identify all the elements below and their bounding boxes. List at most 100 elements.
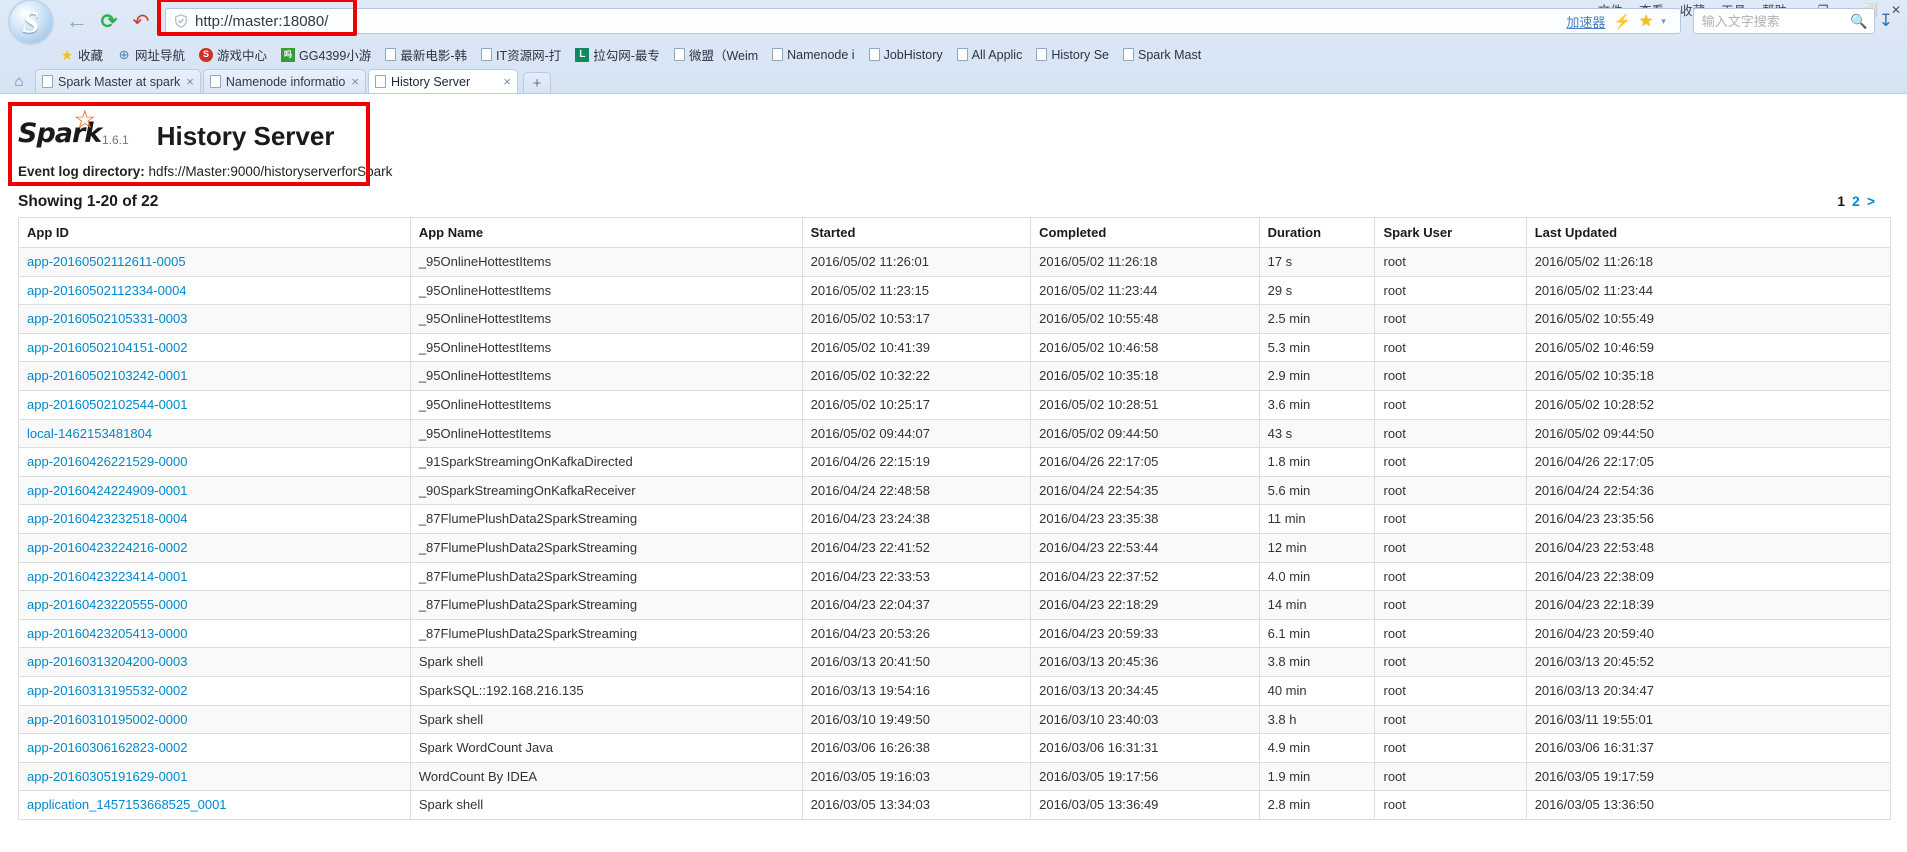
page-next-link[interactable]: >: [1867, 193, 1875, 209]
tab-close-icon[interactable]: ×: [186, 74, 194, 89]
page-2-link[interactable]: 2: [1852, 193, 1860, 209]
tab-close-icon[interactable]: ×: [503, 74, 511, 89]
app-id-link[interactable]: app-20160502112334-0004: [27, 283, 187, 298]
column-header-started[interactable]: Started: [801, 217, 1032, 248]
tab-close-icon[interactable]: ×: [351, 74, 359, 89]
cell-app-id[interactable]: app-20160502105331-0003: [18, 304, 411, 334]
app-id-link[interactable]: app-20160502103242-0001: [27, 368, 188, 383]
app-id-link[interactable]: app-20160423205413-0000: [27, 626, 188, 641]
bookmark-item[interactable]: Namenode i: [772, 48, 855, 62]
bookmark-item[interactable]: 吗 GG4399小游: [281, 45, 371, 64]
app-id-link[interactable]: app-20160313195532-0002: [27, 683, 188, 698]
page-icon: [868, 48, 880, 61]
table-row: app-20160423224216-0002 _87FlumePlushData…: [18, 532, 1892, 563]
reload-icon[interactable]: ⟳: [96, 8, 122, 34]
bookmark-item[interactable]: History Se: [1036, 48, 1109, 62]
column-header-duration[interactable]: Duration: [1258, 217, 1376, 248]
address-bar[interactable]: http://master:18080/ 加速器 ⚡ ★ ▾: [165, 8, 1681, 34]
column-header-completed[interactable]: Completed: [1030, 217, 1260, 248]
bolt-icon[interactable]: ⚡: [1613, 13, 1630, 30]
app-id-link[interactable]: local-1462153481804: [27, 426, 152, 441]
app-id-link[interactable]: app-20160423232518-0004: [27, 511, 188, 526]
app-id-link[interactable]: app-20160313204200-0003: [27, 654, 188, 669]
gg4399-icon: 吗: [281, 47, 296, 62]
cell-app-id[interactable]: app-20160423232518-0004: [18, 504, 411, 534]
app-id-link[interactable]: application_1457153668525_0001: [27, 797, 227, 812]
bookmark-item[interactable]: 微盟（Weim: [673, 45, 758, 64]
page-icon: [956, 48, 968, 61]
cell-started: 2016/03/05 19:16:03: [801, 761, 1032, 792]
browser-tab[interactable]: Namenode informatio ×: [202, 69, 366, 93]
column-header-app-id[interactable]: App ID: [18, 217, 411, 248]
bookmark-item[interactable]: ⊕ 网址导航: [117, 45, 185, 64]
cell-app-id[interactable]: app-20160305191629-0001: [18, 761, 411, 792]
bookmark-item[interactable]: 最新电影-韩: [385, 45, 467, 64]
chevron-down-icon[interactable]: ▾: [1661, 16, 1666, 27]
app-id-link[interactable]: app-20160423223414-0001: [27, 569, 188, 584]
cell-last-updated: 2016/05/02 10:35:18: [1525, 361, 1892, 391]
cell-app-id[interactable]: app-20160502102544-0001: [18, 389, 411, 420]
back-icon[interactable]: ←: [64, 8, 90, 34]
app-id-link[interactable]: app-20160305191629-0001: [27, 769, 188, 784]
bookmark-item[interactable]: ★ 收藏: [60, 45, 103, 64]
cell-app-id[interactable]: app-20160423220555-0000: [18, 590, 411, 620]
app-id-link[interactable]: app-20160310195002-0000: [27, 712, 188, 727]
cell-app-id[interactable]: app-20160313204200-0003: [18, 647, 411, 677]
app-id-link[interactable]: app-20160424224909-0001: [27, 483, 188, 498]
app-id-link[interactable]: app-20160426221529-0000: [27, 454, 188, 469]
column-header-app-name[interactable]: App Name: [409, 217, 803, 248]
table-row: app-20160502105331-0003 _95OnlineHottestI…: [18, 304, 1892, 334]
cell-app-id[interactable]: app-20160423205413-0000: [18, 618, 411, 649]
download-icon[interactable]: ↧: [1879, 11, 1893, 31]
app-id-link[interactable]: app-20160502104151-0002: [27, 340, 188, 355]
bookmark-item[interactable]: All Applic: [956, 48, 1022, 62]
pagination: 1 2 >: [1837, 193, 1889, 209]
home-tab-icon[interactable]: ⌂: [8, 70, 30, 92]
cell-completed: 2016/05/02 10:55:48: [1030, 304, 1260, 334]
app-id-link[interactable]: app-20160423224216-0002: [27, 540, 188, 555]
cell-app-id[interactable]: app-20160502112334-0004: [18, 275, 411, 306]
cell-app-id[interactable]: app-20160306162823-0002: [18, 733, 411, 763]
cell-completed: 2016/04/23 22:37:52: [1030, 561, 1260, 592]
accelerator-link[interactable]: 加速器: [1566, 12, 1605, 31]
app-id-link[interactable]: app-20160306162823-0002: [27, 740, 188, 755]
bookmark-item[interactable]: Spark Mast: [1123, 48, 1201, 62]
cell-started: 2016/03/13 20:41:50: [801, 647, 1032, 677]
table-row: app-20160502102544-0001 _95OnlineHottestI…: [18, 389, 1892, 420]
bookmark-item[interactable]: S 游戏中心: [199, 45, 267, 64]
bookmark-item[interactable]: JobHistory: [868, 48, 943, 62]
browser-tab[interactable]: History Server ×: [367, 69, 518, 93]
cell-app-id[interactable]: local-1462153481804: [18, 418, 411, 449]
cell-app-id[interactable]: app-20160502104151-0002: [18, 332, 411, 363]
browser-search-box[interactable]: 🔍: [1692, 8, 1875, 34]
search-icon[interactable]: 🔍: [1850, 13, 1867, 30]
cell-spark-user: root: [1374, 647, 1527, 677]
app-id-link[interactable]: app-20160502102544-0001: [27, 397, 188, 412]
cell-app-id[interactable]: app-20160423223414-0001: [18, 561, 411, 592]
column-header-last-updated[interactable]: Last Updated: [1525, 217, 1892, 248]
cell-app-id[interactable]: app-20160426221529-0000: [18, 447, 411, 477]
table-row: app-20160305191629-0001 WordCount By IDEA…: [18, 761, 1892, 792]
app-id-link[interactable]: app-20160423220555-0000: [27, 597, 188, 612]
cell-app-id[interactable]: app-20160502112611-0005: [18, 247, 411, 277]
cell-app-id[interactable]: app-20160424224909-0001: [18, 475, 411, 506]
column-header-spark-user[interactable]: Spark User: [1374, 217, 1527, 248]
home-icon[interactable]: ↶: [128, 8, 154, 34]
app-id-link[interactable]: app-20160502105331-0003: [27, 311, 188, 326]
app-id-link[interactable]: app-20160502112611-0005: [27, 254, 186, 269]
bookmark-star-icon[interactable]: ★: [1639, 11, 1653, 31]
cell-app-id[interactable]: app-20160310195002-0000: [18, 704, 411, 735]
bookmark-label: 最新电影-韩: [400, 49, 467, 63]
browser-tab[interactable]: Spark Master at spark ×: [35, 69, 201, 93]
bookmark-item[interactable]: L 拉勾网-最专: [575, 45, 660, 64]
bookmark-item[interactable]: IT资源网-打: [480, 45, 561, 64]
cell-started: 2016/05/02 10:32:22: [801, 361, 1032, 391]
spark-logo[interactable]: Spark ☆: [18, 108, 102, 150]
search-input[interactable]: [1699, 12, 1849, 30]
cell-app-id[interactable]: app-20160502103242-0001: [18, 361, 411, 391]
cell-app-id[interactable]: application_1457153668525_0001: [18, 790, 411, 820]
cell-duration: 6.1 min: [1258, 618, 1376, 649]
new-tab-button[interactable]: +: [522, 72, 551, 93]
cell-app-id[interactable]: app-20160313195532-0002: [18, 675, 411, 706]
cell-app-id[interactable]: app-20160423224216-0002: [18, 532, 411, 563]
